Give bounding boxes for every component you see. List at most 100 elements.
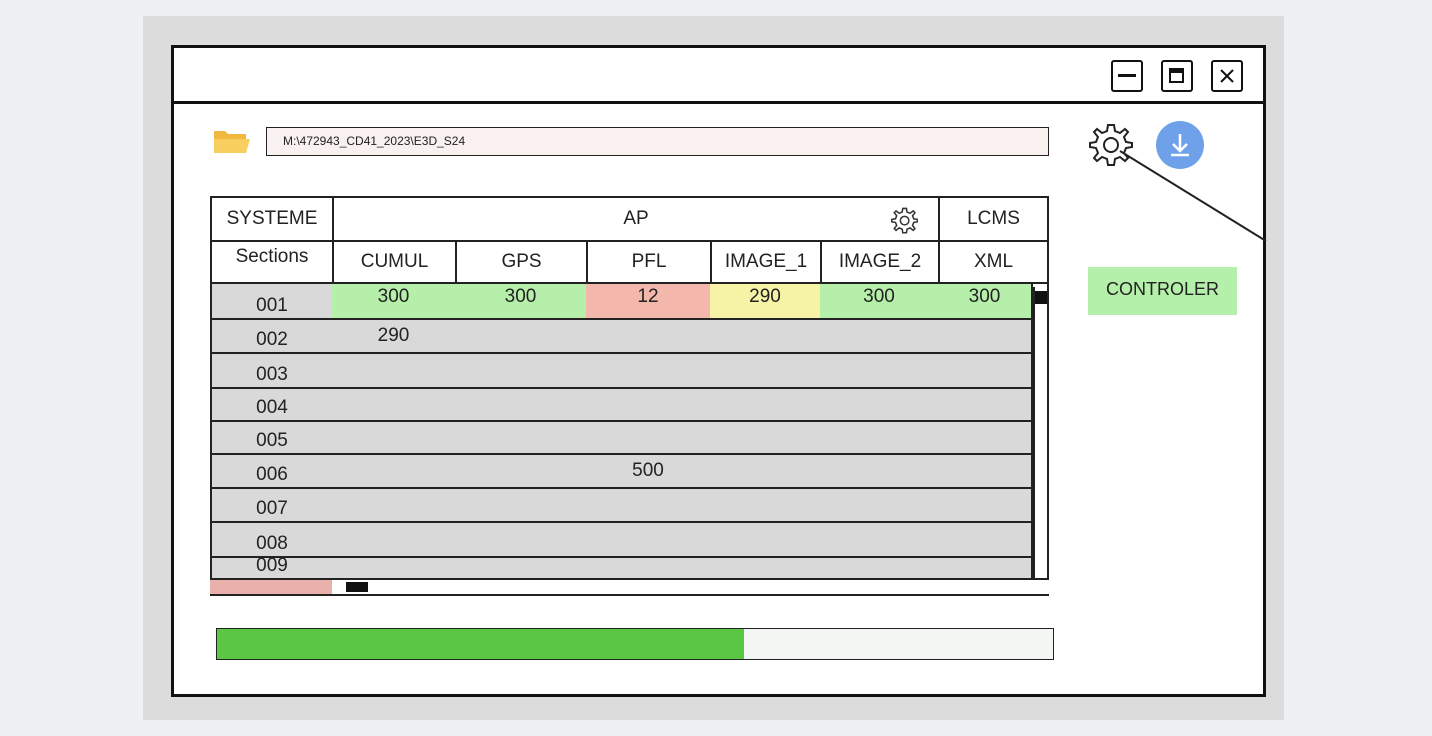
controler-button[interactable]: CONTROLER bbox=[1088, 267, 1237, 315]
table-cell[interactable] bbox=[938, 455, 1033, 489]
grid-line bbox=[332, 196, 334, 284]
section-cell[interactable]: 003 bbox=[210, 354, 334, 389]
table-cell[interactable] bbox=[938, 558, 1033, 580]
grid-line bbox=[210, 196, 212, 284]
grid-line bbox=[586, 240, 588, 284]
grid-line bbox=[210, 594, 1049, 596]
table-cell[interactable] bbox=[820, 422, 940, 455]
table-cell[interactable]: 300 bbox=[332, 284, 457, 320]
titlebar-divider bbox=[174, 101, 1263, 104]
table-cell[interactable] bbox=[820, 455, 940, 489]
column-header-pfl[interactable]: PFL bbox=[588, 242, 710, 282]
progress-bar bbox=[216, 628, 1054, 660]
close-icon bbox=[1220, 69, 1234, 83]
maximize-button[interactable] bbox=[1161, 60, 1193, 92]
header-systeme: SYSTEME bbox=[212, 198, 332, 240]
table-cell[interactable] bbox=[710, 455, 822, 489]
sections-table: SYSTEME AP LCMS Sections CUMUL GPS PFL I… bbox=[210, 196, 1049, 596]
table-cell[interactable]: 500 bbox=[586, 455, 712, 489]
section-cell[interactable]: 005 bbox=[210, 422, 334, 455]
table-cell[interactable] bbox=[820, 523, 940, 558]
gear-icon[interactable] bbox=[1087, 121, 1133, 167]
table-cell[interactable]: 12 bbox=[586, 284, 712, 320]
table-cell[interactable] bbox=[332, 455, 457, 489]
table-cell[interactable] bbox=[332, 422, 457, 455]
table-cell[interactable]: 290 bbox=[332, 320, 457, 354]
table-cell[interactable] bbox=[455, 422, 588, 455]
table-cell[interactable] bbox=[455, 558, 588, 580]
section-cell[interactable]: 002 bbox=[210, 320, 334, 354]
table-cell[interactable] bbox=[455, 523, 588, 558]
header-ap: AP bbox=[334, 198, 938, 240]
horizontal-scrollbar[interactable] bbox=[332, 578, 1049, 594]
table-cell[interactable] bbox=[455, 489, 588, 523]
vertical-scroll-thumb[interactable] bbox=[1035, 291, 1047, 304]
section-cell[interactable]: 009 bbox=[210, 555, 334, 580]
vertical-scrollbar[interactable] bbox=[1033, 287, 1047, 583]
section-cell[interactable]: 008 bbox=[210, 523, 334, 558]
path-field[interactable]: M:\472943_CD41_2023\E3D_S24 bbox=[266, 127, 1049, 156]
table-cell[interactable] bbox=[710, 523, 822, 558]
section-cell[interactable]: 006 bbox=[210, 455, 334, 489]
column-header-sections[interactable]: Sections bbox=[212, 242, 332, 282]
horizontal-scroll-thumb[interactable] bbox=[346, 582, 368, 592]
column-header-image-1[interactable]: IMAGE_1 bbox=[712, 242, 820, 282]
column-header-xml[interactable]: XML bbox=[940, 242, 1047, 282]
table-cell[interactable] bbox=[586, 489, 712, 523]
table-cell[interactable] bbox=[710, 320, 822, 354]
table-cell[interactable] bbox=[938, 389, 1033, 422]
minimize-button[interactable] bbox=[1111, 60, 1143, 92]
table-cell[interactable] bbox=[332, 354, 457, 389]
table-cell[interactable] bbox=[710, 422, 822, 455]
table-cell[interactable] bbox=[455, 354, 588, 389]
download-button[interactable] bbox=[1156, 121, 1204, 169]
table-cell[interactable] bbox=[586, 422, 712, 455]
table-cell[interactable]: 300 bbox=[820, 284, 940, 320]
table-cell[interactable] bbox=[455, 389, 588, 422]
row-marker bbox=[210, 580, 332, 594]
table-cell[interactable] bbox=[820, 489, 940, 523]
download-icon bbox=[1171, 134, 1189, 157]
table-cell[interactable]: 290 bbox=[710, 284, 822, 320]
close-button[interactable] bbox=[1211, 60, 1243, 92]
table-cell[interactable] bbox=[938, 354, 1033, 389]
table-cell[interactable] bbox=[710, 558, 822, 580]
table-cell[interactable] bbox=[820, 320, 940, 354]
grid-line bbox=[455, 240, 457, 284]
table-cell[interactable] bbox=[938, 523, 1033, 558]
settings-gear-icon[interactable] bbox=[890, 206, 918, 234]
table-cell[interactable] bbox=[820, 354, 940, 389]
table-cell[interactable] bbox=[332, 558, 457, 580]
column-header-gps[interactable]: GPS bbox=[457, 242, 586, 282]
table-cell[interactable] bbox=[938, 320, 1033, 354]
column-header-cumul[interactable]: CUMUL bbox=[334, 242, 455, 282]
table-cell[interactable] bbox=[586, 558, 712, 580]
progress-fill bbox=[217, 629, 744, 659]
table-cell[interactable] bbox=[710, 489, 822, 523]
table-cell[interactable] bbox=[332, 489, 457, 523]
table-cell[interactable] bbox=[710, 389, 822, 422]
table-cell[interactable] bbox=[586, 354, 712, 389]
table-cell[interactable] bbox=[586, 320, 712, 354]
folder-icon[interactable] bbox=[212, 125, 252, 157]
table-cell[interactable]: 300 bbox=[455, 284, 588, 320]
table-cell[interactable] bbox=[586, 389, 712, 422]
table-cell[interactable] bbox=[455, 455, 588, 489]
table-cell[interactable] bbox=[820, 389, 940, 422]
section-cell[interactable]: 004 bbox=[210, 389, 334, 422]
section-cell[interactable]: 007 bbox=[210, 489, 334, 523]
table-cell[interactable] bbox=[586, 523, 712, 558]
section-cell[interactable]: 001 bbox=[210, 284, 334, 320]
table-cell[interactable]: 300 bbox=[938, 284, 1033, 320]
table-cell[interactable] bbox=[332, 523, 457, 558]
table-cell[interactable] bbox=[455, 320, 588, 354]
table-cell[interactable] bbox=[332, 389, 457, 422]
table-cell[interactable] bbox=[938, 422, 1033, 455]
grid-line bbox=[210, 240, 1049, 242]
table-cell[interactable] bbox=[820, 558, 940, 580]
grid-line bbox=[710, 240, 712, 284]
table-cell[interactable] bbox=[938, 489, 1033, 523]
header-lcms: LCMS bbox=[940, 198, 1047, 240]
table-cell[interactable] bbox=[710, 354, 822, 389]
column-header-image-2[interactable]: IMAGE_2 bbox=[822, 242, 938, 282]
